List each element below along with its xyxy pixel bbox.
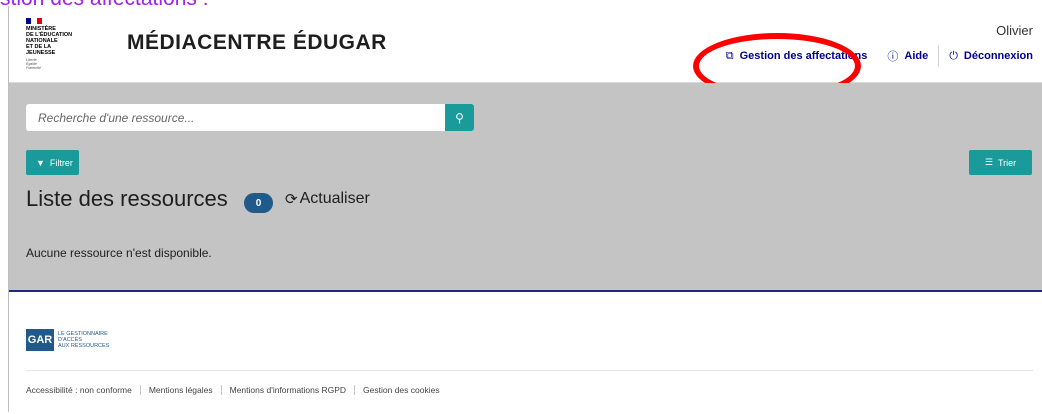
footer-link-accessibility[interactable]: Accessibilité : non conforme: [26, 385, 140, 395]
power-icon: ⏻: [949, 49, 958, 62]
search-bar: ⚲: [26, 104, 474, 131]
help-circle-icon: ⓘ: [887, 51, 899, 63]
site-title[interactable]: MÉDIACENTRE ÉDUGAR: [127, 31, 387, 55]
refresh-icon: ⟳: [285, 191, 298, 208]
header-nav: ⧉ Gestion des affectations ⓘ Aide ⏻ Déco…: [716, 44, 1042, 68]
help-link[interactable]: ⓘ Aide: [877, 46, 938, 66]
filter-button[interactable]: ▼ Filtrer: [26, 150, 79, 175]
gar-logo-mark: GAR: [26, 329, 54, 351]
affectations-label: Gestion des affectations: [739, 50, 868, 62]
site-footer: GAR LE GESTIONNAIRE D'ACCÈS AUX RESSOURC…: [9, 292, 1042, 412]
refresh-label: Actualiser: [299, 190, 370, 207]
sort-icon: ☰: [984, 157, 993, 167]
footer-links: Accessibilité : non conforme Mentions lé…: [26, 385, 448, 395]
flag-icon: [26, 18, 42, 24]
external-link-icon: ⧉: [725, 49, 734, 62]
ministry-logo: MINISTÈRE DE L'ÉDUCATION NATIONALE ET DE…: [26, 18, 76, 70]
empty-state-message: Aucune ressource n'est disponible.: [26, 246, 212, 260]
site-header: MINISTÈRE DE L'ÉDUCATION NATIONALE ET DE…: [9, 6, 1042, 83]
sort-button[interactable]: ☰ Trier: [969, 150, 1032, 175]
affectations-link[interactable]: ⧉ Gestion des affectations: [716, 46, 878, 66]
filter-label: Filtrer: [49, 157, 73, 168]
footer-link-cookies[interactable]: Gestion des cookies: [354, 385, 448, 395]
motto: Liberté Égalité Fraternité: [26, 58, 41, 70]
search-button[interactable]: ⚲: [445, 104, 474, 131]
footer-link-rgpd[interactable]: Mentions d'informations RGPD: [220, 385, 354, 395]
filter-icon: ▼: [36, 157, 45, 168]
refresh-button[interactable]: ⟳ Actualiser: [285, 190, 370, 208]
sort-label: Trier: [997, 157, 1017, 168]
gar-logo-text: LE GESTIONNAIRE D'ACCÈS AUX RESSOURCES: [58, 331, 110, 349]
resources-panel: ⚲ ▼ Filtrer ☰ Trier Liste des ressources…: [9, 83, 1042, 292]
logout-link[interactable]: ⏻ Déconnexion: [939, 46, 1042, 66]
app-window: MINISTÈRE DE L'ÉDUCATION NATIONALE ET DE…: [8, 6, 1042, 412]
page-title: Liste des ressources: [26, 186, 228, 211]
footer-link-legal[interactable]: Mentions légales: [139, 385, 221, 395]
search-icon: ⚲: [455, 110, 464, 125]
count-badge: 0: [244, 193, 273, 213]
logout-label: Déconnexion: [963, 50, 1033, 62]
gar-logo[interactable]: GAR LE GESTIONNAIRE D'ACCÈS AUX RESSOURC…: [26, 329, 118, 351]
footer-divider: [26, 370, 1033, 371]
help-label: Aide: [904, 50, 929, 62]
search-input[interactable]: [26, 104, 445, 131]
user-name: Olivier: [996, 23, 1033, 38]
